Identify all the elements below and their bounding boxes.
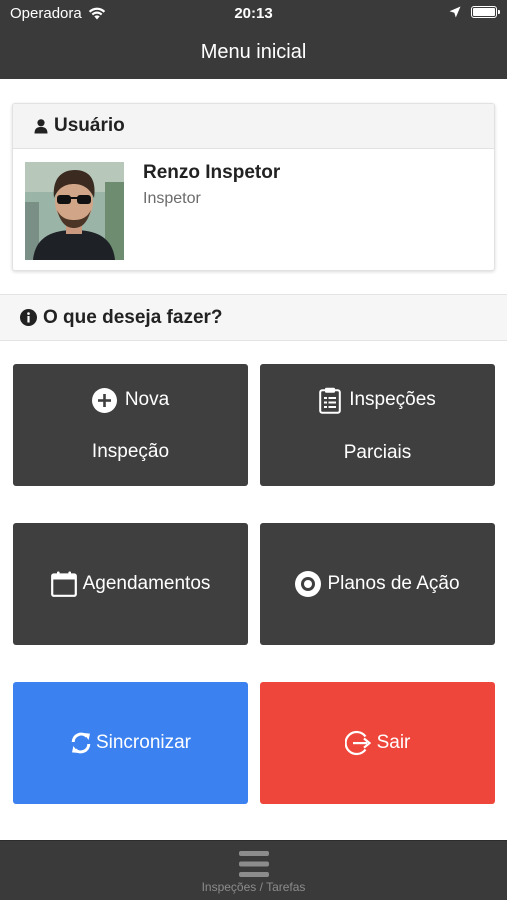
nova-inspecao-line1: Nova <box>124 389 170 410</box>
inspecoes-parciais-line2: Parciais <box>343 441 412 463</box>
battery-icon <box>471 6 500 18</box>
tab-bar: Inspeções / Tarefas <box>0 840 507 900</box>
clipboard-icon <box>319 387 341 414</box>
plus-circle-icon <box>91 387 117 413</box>
info-icon <box>20 309 37 326</box>
location-arrow-icon <box>449 6 461 18</box>
sincronizar-button[interactable]: Sincronizar <box>13 682 248 804</box>
tab-inspecoes-tarefas[interactable]: Inspeções / Tarefas <box>0 841 507 900</box>
sincronizar-label: Sincronizar <box>95 732 192 753</box>
user-card-title: Usuário <box>54 115 125 136</box>
section-header: O que deseja fazer? <box>0 294 507 341</box>
user-card: Usuário Renzo Inspetor Inspetor <box>12 103 495 271</box>
target-icon <box>295 571 322 597</box>
status-bar: Operadora 20:13 <box>0 0 507 28</box>
inspecoes-parciais-button[interactable]: Inspeções Parciais <box>260 364 495 486</box>
logout-icon <box>344 730 371 756</box>
sync-icon <box>71 732 91 754</box>
tab-label: Inspeções / Tarefas <box>201 880 306 894</box>
avatar <box>25 162 124 260</box>
sair-button[interactable]: Sair <box>260 682 495 804</box>
planos-acao-label: Planos de Ação <box>327 573 460 594</box>
planos-acao-button[interactable]: Planos de Ação <box>260 523 495 645</box>
section-title: O que deseja fazer? <box>43 306 223 328</box>
inspecoes-parciais-line1: Inspeções <box>349 389 436 410</box>
user-role: Inspetor <box>143 190 201 207</box>
user-name: Renzo Inspetor <box>143 162 281 183</box>
page-title: Menu inicial <box>200 41 307 63</box>
agendamentos-label: Agendamentos <box>82 573 211 594</box>
calendar-icon <box>50 571 77 597</box>
status-time: 20:13 <box>234 5 273 22</box>
agendamentos-button[interactable]: Agendamentos <box>13 523 248 645</box>
nav-bar: Menu inicial <box>0 28 507 79</box>
status-right-icons <box>449 6 500 18</box>
menu-icon <box>238 851 269 877</box>
user-icon <box>34 119 48 134</box>
nova-inspecao-line2: Inspeção <box>91 440 170 462</box>
sair-label: Sair <box>376 732 411 753</box>
user-card-header: Usuário <box>13 104 494 149</box>
nova-inspecao-button[interactable]: Nova Inspeção <box>13 364 248 486</box>
